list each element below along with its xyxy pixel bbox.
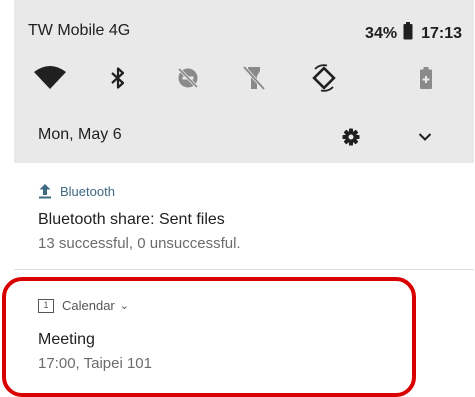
status-bar: TW Mobile 4G 34% 17:13	[14, 0, 474, 50]
quick-setting-flashlight[interactable]	[234, 60, 274, 96]
notification-header: 1 Calendar ⌄	[38, 298, 129, 313]
quick-setting-auto-rotate[interactable]	[304, 60, 344, 96]
notification-text: 13 successful, 0 unsuccessful.	[38, 235, 241, 252]
clock: 17:13	[421, 24, 462, 42]
notification-app-name: Calendar	[62, 298, 115, 313]
battery-saver-icon	[420, 67, 432, 89]
chevron-down-icon	[418, 133, 432, 141]
battery-icon	[403, 22, 413, 45]
calendar-icon: 1	[38, 298, 54, 313]
notification-shade: TW Mobile 4G 34% 17:13 Mon, May 6 Blueto…	[14, 0, 474, 394]
date-label: Mon, May 6	[38, 126, 122, 143]
settings-button[interactable]	[336, 122, 366, 152]
notification-calendar[interactable]: 1 Calendar ⌄ Meeting 17:00, Taipei 101	[14, 270, 474, 394]
wifi-icon	[34, 66, 66, 89]
notification-bluetooth[interactable]: Bluetooth Bluetooth share: Sent files 13…	[14, 163, 474, 269]
gear-icon	[342, 128, 360, 146]
notification-header: Bluetooth	[38, 183, 115, 199]
carrier-label: TW Mobile 4G	[28, 22, 131, 39]
notification-title: Bluetooth share: Sent files	[38, 211, 225, 228]
chevron-down-icon[interactable]: ⌄	[120, 299, 129, 312]
flashlight-icon	[242, 65, 266, 91]
quick-setting-battery-saver[interactable]	[406, 60, 446, 96]
quick-setting-bluetooth[interactable]	[98, 60, 138, 96]
quick-settings-row	[14, 52, 474, 102]
shade-header: Mon, May 6	[14, 112, 474, 156]
do-not-disturb-icon	[177, 67, 199, 89]
auto-rotate-icon	[312, 64, 336, 92]
quick-setting-do-not-disturb[interactable]	[168, 60, 208, 96]
status-right: 34% 17:13	[365, 22, 462, 45]
notification-title: Meeting	[38, 331, 95, 348]
battery-percent: 34%	[365, 24, 398, 42]
notification-text: 17:00, Taipei 101	[38, 355, 152, 372]
quick-setting-wifi[interactable]	[30, 60, 70, 96]
upload-arrow-icon	[39, 184, 51, 199]
expand-button[interactable]	[410, 122, 440, 152]
notification-app-name: Bluetooth	[60, 183, 115, 199]
bluetooth-icon	[111, 67, 125, 89]
